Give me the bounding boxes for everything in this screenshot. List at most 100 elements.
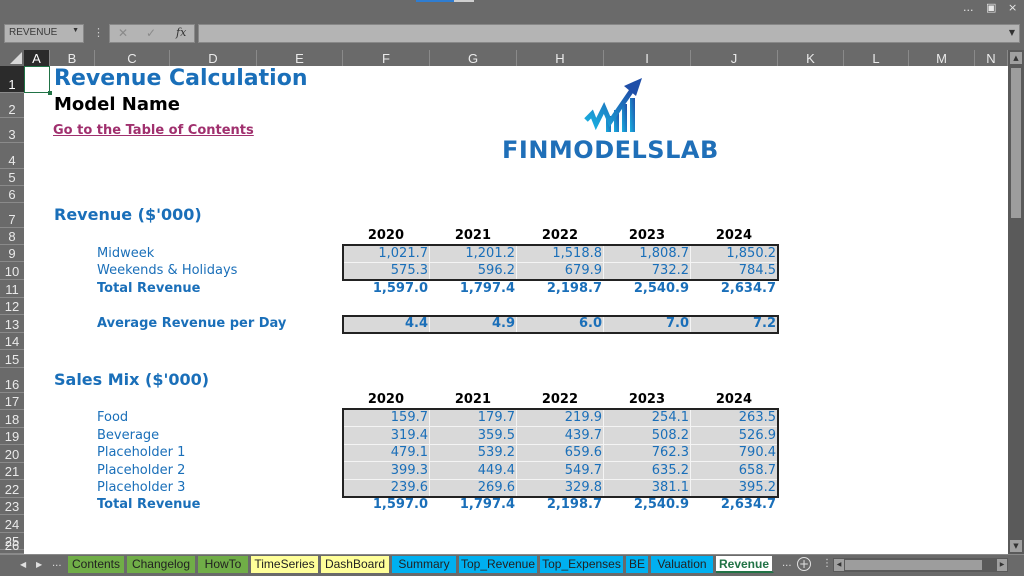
row-header[interactable]: 7 (0, 203, 24, 228)
toc-link[interactable]: Go to the Table of Contents (53, 123, 254, 138)
tab-split-handle[interactable]: ⋮ (822, 558, 832, 569)
prev-sheet-icon[interactable]: ◀ (20, 560, 26, 569)
value-cell[interactable]: 359.5 (430, 428, 517, 443)
vertical-scroll-thumb[interactable] (1011, 68, 1021, 218)
value-cell[interactable]: 1,808.7 (604, 246, 691, 261)
column-header[interactable]: I (604, 50, 691, 66)
value-cell[interactable]: 508.2 (604, 428, 691, 443)
scroll-up-icon[interactable]: ▲ (1010, 52, 1022, 64)
column-header[interactable]: N (975, 50, 1008, 66)
close-icon[interactable]: × (1008, 1, 1017, 15)
value-cell[interactable]: 263.5 (691, 410, 778, 425)
row-header[interactable]: 15 (0, 350, 24, 368)
active-cell-A1[interactable] (24, 66, 52, 95)
value-cell[interactable]: 1,597.0 (343, 281, 430, 296)
value-cell[interactable]: 549.7 (517, 463, 604, 478)
sheet-tab[interactable]: Top_Revenue (459, 556, 539, 573)
value-cell[interactable]: 395.2 (691, 480, 778, 495)
row-header[interactable]: 21 (0, 463, 24, 480)
value-cell[interactable]: 319.4 (343, 428, 430, 443)
value-cell[interactable]: 1,201.2 (430, 246, 517, 261)
row-header[interactable]: 14 (0, 333, 24, 350)
next-sheet-icon[interactable]: ▶ (36, 560, 42, 569)
value-cell[interactable]: 179.7 (430, 410, 517, 425)
row-header[interactable]: 18 (0, 410, 24, 428)
value-cell[interactable]: 2,634.7 (691, 281, 778, 296)
sheet-tab[interactable]: HowTo (198, 556, 250, 573)
value-cell[interactable]: 2,540.9 (604, 281, 691, 296)
value-cell[interactable]: 784.5 (691, 263, 778, 278)
horizontal-scrollbar[interactable]: ◀ ▶ (833, 558, 1008, 572)
value-cell[interactable]: 575.3 (343, 263, 430, 278)
row-header[interactable]: 6 (0, 186, 24, 203)
row-header[interactable]: 19 (0, 428, 24, 445)
sheet-tab[interactable]: Contents (68, 556, 126, 573)
value-cell[interactable]: 4.4 (343, 316, 430, 331)
column-header[interactable]: C (95, 50, 170, 66)
select-all-button[interactable] (0, 50, 24, 66)
sheet-tab[interactable]: Revenue (716, 556, 774, 573)
row-header[interactable]: 20 (0, 445, 24, 463)
value-cell[interactable]: 254.1 (604, 410, 691, 425)
sheet-tab[interactable]: BE (626, 556, 650, 573)
ribbon-display-icon[interactable]: ▣ (986, 1, 996, 15)
column-header[interactable]: J (691, 50, 778, 66)
column-header[interactable]: L (844, 50, 909, 66)
value-cell[interactable]: 732.2 (604, 263, 691, 278)
value-cell[interactable]: 6.0 (517, 316, 604, 331)
value-cell[interactable]: 381.1 (604, 480, 691, 495)
value-cell[interactable]: 4.9 (430, 316, 517, 331)
row-header[interactable]: 22 (0, 480, 24, 498)
scroll-down-icon[interactable]: ▼ (1010, 540, 1022, 552)
sheet-tab[interactable]: TimeSeries (251, 556, 320, 573)
value-cell[interactable]: 679.9 (517, 263, 604, 278)
value-cell[interactable]: 329.8 (517, 480, 604, 495)
column-header[interactable]: H (517, 50, 604, 66)
worksheet-grid[interactable]: Revenue Calculation Model Name Go to the… (24, 66, 1008, 554)
value-cell[interactable]: 658.7 (691, 463, 778, 478)
value-cell[interactable]: 159.7 (343, 410, 430, 425)
column-header[interactable]: B (50, 50, 95, 66)
value-cell[interactable]: 1,597.0 (343, 497, 430, 512)
value-cell[interactable]: 790.4 (691, 445, 778, 460)
horizontal-scroll-thumb[interactable] (845, 560, 982, 570)
value-cell[interactable]: 1,797.4 (430, 497, 517, 512)
sheet-tab[interactable]: Valuation (651, 556, 715, 573)
value-cell[interactable]: 1,021.7 (343, 246, 430, 261)
sheet-tab[interactable]: Top_Expenses (540, 556, 625, 573)
formula-input[interactable]: ▼ (198, 24, 1020, 43)
value-cell[interactable]: 2,540.9 (604, 497, 691, 512)
row-header[interactable]: 3 (0, 118, 24, 143)
row-header[interactable]: 1 (0, 66, 24, 93)
value-cell[interactable]: 269.6 (430, 480, 517, 495)
more-sheets-right[interactable]: ... (782, 558, 792, 569)
more-options-icon[interactable]: ... (963, 1, 974, 15)
value-cell[interactable]: 2,634.7 (691, 497, 778, 512)
value-cell[interactable]: 526.9 (691, 428, 778, 443)
more-sheets-left[interactable]: ... (52, 558, 62, 569)
value-cell[interactable]: 7.0 (604, 316, 691, 331)
column-header[interactable]: E (257, 50, 343, 66)
value-cell[interactable]: 1,797.4 (430, 281, 517, 296)
column-header[interactable]: A (24, 50, 50, 66)
row-header[interactable]: 17 (0, 393, 24, 410)
row-header[interactable]: 2 (0, 93, 24, 118)
row-header[interactable]: 9 (0, 245, 24, 262)
row-header[interactable]: 8 (0, 228, 24, 245)
row-header[interactable]: 11 (0, 280, 24, 298)
enter-icon[interactable]: ✓ (146, 26, 156, 40)
chevron-down-icon[interactable]: ▼ (72, 27, 79, 34)
value-cell[interactable]: 596.2 (430, 263, 517, 278)
scroll-right-icon[interactable]: ▶ (997, 559, 1007, 571)
name-box[interactable]: REVENUE ▼ (4, 24, 84, 43)
scroll-left-icon[interactable]: ◀ (834, 559, 844, 571)
value-cell[interactable]: 7.2 (691, 316, 778, 331)
value-cell[interactable]: 449.4 (430, 463, 517, 478)
value-cell[interactable]: 439.7 (517, 428, 604, 443)
column-header[interactable]: D (170, 50, 257, 66)
formula-bar-grip-icon[interactable]: ⋮ (93, 26, 104, 39)
column-header[interactable]: F (343, 50, 430, 66)
vertical-scrollbar[interactable]: ▲ ▼ (1008, 50, 1024, 554)
sheet-tab[interactable]: Summary (392, 556, 458, 573)
expand-formula-icon[interactable]: ▼ (1009, 28, 1015, 37)
